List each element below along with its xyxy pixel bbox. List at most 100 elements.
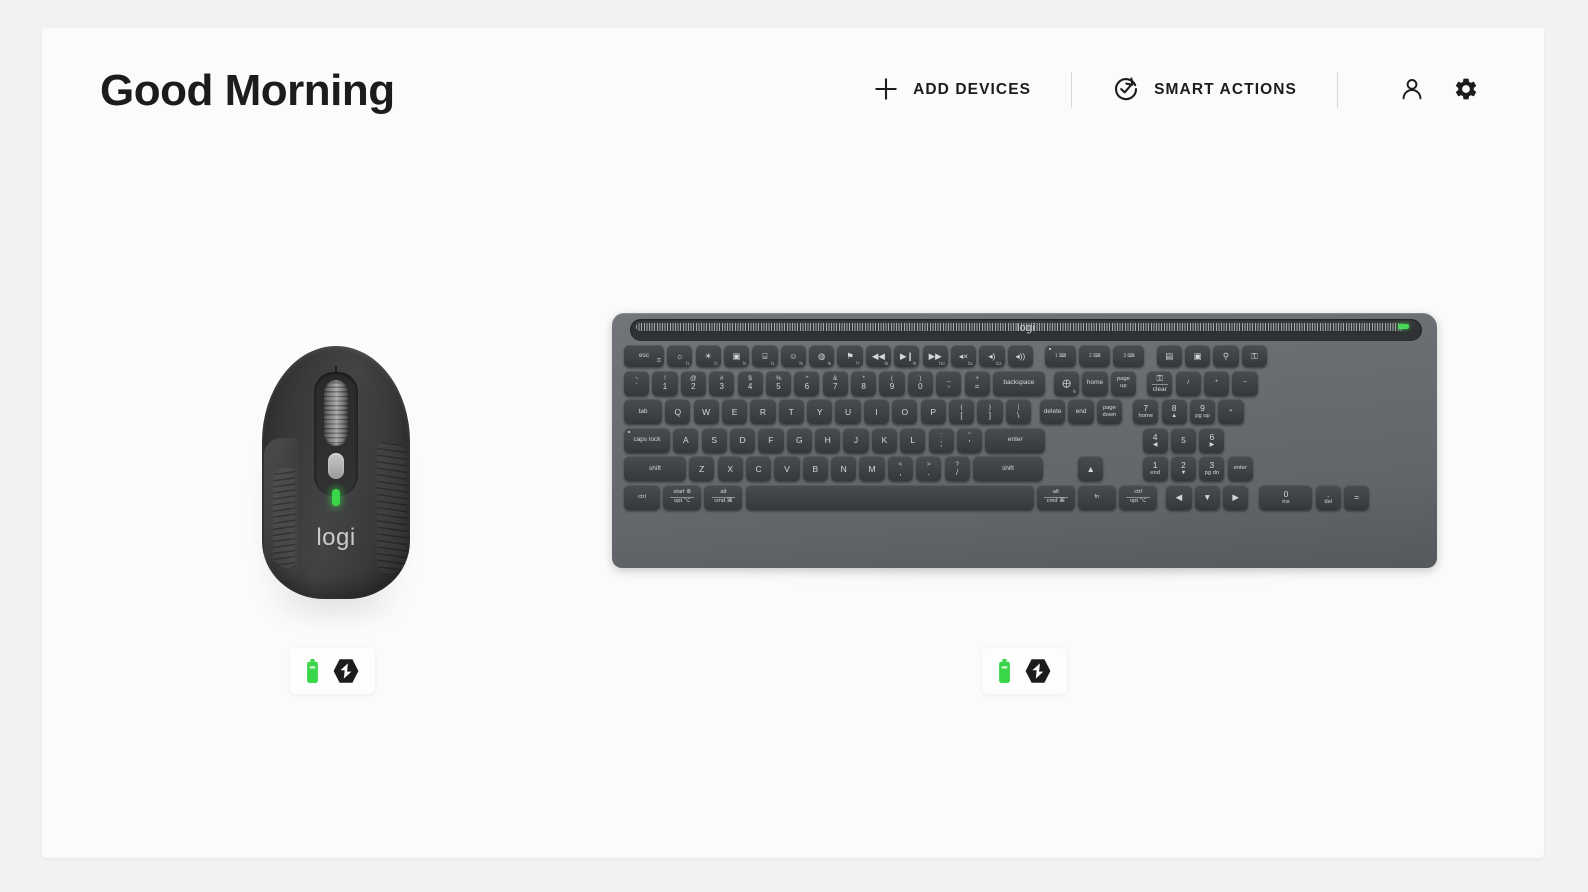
key-cmd ⌘[interactable]: alt cmd ⌘ (1036, 484, 1075, 510)
key-cmd ⌘[interactable]: alt cmd ⌘ (704, 484, 743, 510)
key-D[interactable]: D (729, 427, 756, 453)
keyboard-status-badge[interactable] (982, 648, 1067, 694)
key-H[interactable]: H (815, 427, 841, 453)
key-▶❙[interactable]: ▶❙ f9 (894, 345, 920, 367)
key-P[interactable]: P (920, 399, 946, 424)
key-J[interactable]: J (843, 427, 869, 453)
key-A[interactable]: A (673, 427, 699, 453)
key-C[interactable]: C (745, 456, 772, 481)
key-G[interactable]: G (786, 427, 812, 453)
key-arrow-up[interactable]: ▲ (1078, 456, 1104, 481)
key-delete[interactable]: delete (1040, 399, 1066, 424)
key-◂×[interactable]: ◂× f11 (950, 345, 977, 367)
mouse-mode-button[interactable] (328, 453, 344, 479)
key-8[interactable]: * 8 (851, 370, 877, 396)
key-esc[interactable]: esc ⚿ (624, 345, 664, 367)
key-R[interactable]: R (750, 399, 776, 424)
key-tab[interactable]: tab (624, 399, 662, 424)
key-np-4[interactable]: 4 ◀ (1142, 427, 1168, 453)
account-button[interactable] (1392, 70, 1432, 110)
key-3[interactable]: 3 ⌨ (1113, 345, 1145, 367)
key-[[interactable]: {[ (948, 399, 975, 424)
key-3[interactable]: #3 (709, 370, 735, 396)
key-np-equals[interactable]: = (1344, 484, 1370, 510)
key-.[interactable]: >. (916, 456, 942, 481)
key-np-enter[interactable]: enter (1227, 456, 1253, 481)
key-1[interactable]: 1 ⌨ (1045, 345, 1077, 367)
key-np-9[interactable]: 9 pg up (1189, 399, 1216, 424)
key-np-+[interactable]: + (1218, 399, 1244, 424)
key-np-1[interactable]: 1 end (1142, 456, 1168, 481)
key-ctrl[interactable]: ctrl (624, 484, 660, 510)
key-B[interactable]: B (802, 456, 828, 481)
key-Y[interactable]: Y (807, 399, 833, 424)
key-S[interactable]: S (701, 427, 727, 453)
key-np-6[interactable]: 6 ▶ (1199, 427, 1225, 453)
key-W[interactable]: W (693, 399, 719, 424)
key-,[interactable]: <, (887, 456, 913, 481)
key-space[interactable] (745, 484, 1034, 510)
key-np-7[interactable]: 7 home (1133, 399, 1159, 424)
key-☼[interactable]: ☼ f1 (667, 345, 693, 367)
key-5[interactable]: % 5 (765, 370, 792, 396)
key-np-del[interactable]: . del (1315, 484, 1341, 510)
key-np-*[interactable]: * (1203, 370, 1230, 396)
key-home[interactable]: home (1082, 370, 1108, 396)
key-F[interactable]: F (758, 427, 784, 453)
key-end[interactable]: end (1068, 399, 1094, 424)
key-◀◀[interactable]: ◀◀ f8 (865, 345, 891, 367)
key-np-/[interactable]: / (1175, 370, 1201, 396)
key-np-2[interactable]: 2 ▼ (1170, 456, 1197, 481)
key-;[interactable]: :; (928, 427, 954, 453)
key-L[interactable]: L (900, 427, 926, 453)
key-▤[interactable]: ▤ (1156, 345, 1182, 367)
key-backspace[interactable]: backspace (992, 370, 1045, 396)
key-U[interactable]: U (835, 399, 861, 424)
key-/[interactable]: ? / (944, 456, 970, 481)
key-0[interactable]: ) 0 (907, 370, 933, 396)
key-V[interactable]: V (774, 456, 800, 481)
key-=[interactable]: + = (964, 370, 990, 396)
smart-actions-button[interactable]: SMART ACTIONS (1102, 71, 1307, 110)
key-☀[interactable]: ☀ f2 (695, 345, 721, 367)
key-N[interactable]: N (831, 456, 857, 481)
device-mouse[interactable]: logi (232, 328, 442, 694)
key-opt ⌥[interactable]: start ⊛ opt ⌥ (663, 484, 702, 510)
key-arrow-left[interactable]: ◀ (1166, 484, 1192, 510)
key-E[interactable]: E (721, 399, 748, 424)
key-caps-lock[interactable]: caps lock (624, 427, 670, 453)
key-T[interactable]: T (778, 399, 804, 424)
key-Z[interactable]: Z (689, 456, 715, 481)
key-▶▶[interactable]: ▶▶ f10 (922, 345, 948, 367)
key-7[interactable]: & 7 (822, 370, 848, 396)
key-shift-right[interactable]: shift (972, 456, 1043, 481)
key-2[interactable]: 2 ⌨ (1079, 345, 1111, 367)
key-M[interactable]: M (859, 456, 885, 481)
key-page-up[interactable]: page up (1110, 370, 1136, 396)
key-I[interactable]: I (863, 399, 889, 424)
key-arrow-down[interactable]: ▼ (1194, 484, 1220, 510)
key-⚑[interactable]: ⚑ f7 (837, 345, 863, 367)
key-][interactable]: }] (977, 399, 1003, 424)
key-Q[interactable]: Q (665, 399, 691, 424)
key-enter[interactable]: enter (985, 427, 1046, 453)
key-4[interactable]: $4 (737, 370, 763, 396)
add-devices-button[interactable]: ADD DEVICES (863, 72, 1041, 109)
key-np-8[interactable]: 8 ▲ (1161, 399, 1187, 424)
key-\[interactable]: | \ (1005, 399, 1031, 424)
key-2[interactable]: @2 (680, 370, 706, 396)
key-◍[interactable]: ◍ f6 (809, 345, 835, 367)
key-9[interactable]: (9 (879, 370, 905, 396)
key-⚲[interactable]: ⚲ (1213, 345, 1239, 367)
mouse-status-badge[interactable] (290, 648, 375, 694)
settings-button[interactable] (1446, 70, 1486, 110)
key-np-clear[interactable]: ⚿ clear (1147, 370, 1173, 396)
key-☺[interactable]: ☺ f5 (780, 345, 806, 367)
key-fn[interactable]: fn (1077, 484, 1116, 510)
key-⚿[interactable]: ⚿ (1241, 345, 1267, 367)
key-'[interactable]: " ' (956, 427, 983, 453)
key-◂)[interactable]: ◂) f12 (979, 345, 1005, 367)
key-K[interactable]: K (871, 427, 897, 453)
key-1[interactable]: ! 1 (652, 370, 678, 396)
key-▣[interactable]: ▣ f3 (723, 345, 750, 367)
